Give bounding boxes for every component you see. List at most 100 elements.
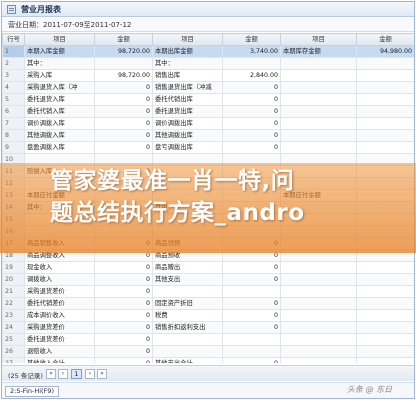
cell-amount-3[interactable] <box>356 333 414 346</box>
cell-item-2[interactable]: 盘亏调拨出库 <box>152 141 223 154</box>
col-header-item-2[interactable]: 项目 <box>152 33 223 46</box>
cell-amount-3[interactable] <box>356 321 414 334</box>
cell-amount-3[interactable] <box>356 129 414 142</box>
cell-row-number[interactable]: 20 <box>2 273 25 286</box>
cell-amount-1[interactable]: 0 <box>94 345 153 358</box>
cell-amount-2[interactable] <box>222 57 281 70</box>
cell-amount-1[interactable]: 0 <box>94 261 153 274</box>
cell-item-1[interactable]: 其他收入合计 <box>24 357 95 363</box>
table-row[interactable]: 23 成本调价收入 0 税费 0 <box>2 309 414 322</box>
table-row[interactable]: 22 委托代销差价 0 固定资产折旧 0 <box>2 297 414 310</box>
cell-item-1[interactable]: 调价调拨入库 <box>24 117 95 130</box>
col-header-item-3[interactable]: 项目 <box>280 33 357 46</box>
cell-item-1[interactable]: 采购退货入库（冲 <box>24 81 95 94</box>
cell-amount-3[interactable] <box>356 105 414 118</box>
cell-amount-1[interactable]: 0 <box>94 93 153 106</box>
table-row[interactable]: 25 委托退货差价 0 <box>2 333 414 346</box>
table-row[interactable]: 8 其他调拨入库 0 其他调拨出库 0 <box>2 129 414 142</box>
cell-item-2[interactable]: 税费 <box>152 309 223 322</box>
cell-amount-3[interactable]: 94,980.00 <box>356 45 414 58</box>
cell-item-2[interactable]: 其他调拨出库 <box>152 129 223 142</box>
first-page-button[interactable]: « <box>46 369 56 379</box>
cell-item-1[interactable]: 委托代销差价 <box>24 297 95 310</box>
cell-item-1[interactable]: 其他调拨入库 <box>24 129 95 142</box>
cell-item-3[interactable] <box>280 105 357 118</box>
cell-amount-1[interactable]: 0 <box>94 81 153 94</box>
cell-item-1[interactable]: 调拨收入 <box>24 273 95 286</box>
cell-amount-1[interactable]: 0 <box>94 273 153 286</box>
cell-item-2[interactable]: 商品赠出 <box>152 261 223 274</box>
cell-item-1[interactable]: 成本调价收入 <box>24 309 95 322</box>
cell-item-3[interactable] <box>280 261 357 274</box>
cell-item-1[interactable]: 盘盈调拨入库 <box>24 141 95 154</box>
cell-amount-2[interactable]: 0 <box>222 321 281 334</box>
cell-amount-1[interactable]: 0 <box>94 141 153 154</box>
cell-row-number[interactable]: 2 <box>2 57 25 70</box>
cell-amount-3[interactable] <box>356 297 414 310</box>
cell-amount-3[interactable] <box>356 57 414 70</box>
cell-item-2[interactable]: 其他支出合计 <box>152 357 223 363</box>
cell-amount-2[interactable]: 0 <box>222 93 281 106</box>
table-row[interactable]: 26 退赔收入 0 <box>2 345 414 358</box>
cell-item-3[interactable]: 本期库存金额 <box>280 45 357 58</box>
cell-item-1[interactable]: 采购退货差价 <box>24 285 95 298</box>
cell-row-number[interactable]: 9 <box>2 141 25 154</box>
prev-page-button[interactable]: ‹ <box>58 369 68 379</box>
next-page-button[interactable]: › <box>85 369 95 379</box>
cell-item-2[interactable]: 调价调拨出库 <box>152 117 223 130</box>
cell-amount-2[interactable]: 0 <box>222 105 281 118</box>
table-row[interactable]: 7 调价调拨入库 0 调价调拨出库 0 <box>2 117 414 130</box>
cell-item-1[interactable]: 本期入库金额 <box>24 45 95 58</box>
cell-amount-1[interactable]: 0 <box>94 309 153 322</box>
cell-amount-1[interactable]: 0 <box>94 285 153 298</box>
cell-item-2[interactable]: 销售折扣返利支出 <box>152 321 223 334</box>
cell-item-3[interactable] <box>280 333 357 346</box>
cell-amount-1[interactable]: 0 <box>94 357 153 363</box>
cell-item-3[interactable] <box>280 129 357 142</box>
cell-amount-3[interactable] <box>356 309 414 322</box>
table-row[interactable]: 2 其中： 其中： <box>2 57 414 70</box>
cell-amount-2[interactable]: 0 <box>222 273 281 286</box>
cell-item-2[interactable]: 本期出库金额 <box>152 45 223 58</box>
table-row[interactable]: 21 采购退货差价 0 <box>2 285 414 298</box>
cell-item-3[interactable] <box>280 345 357 358</box>
cell-amount-2[interactable] <box>222 285 281 298</box>
cell-amount-2[interactable]: 0 <box>222 297 281 310</box>
cell-item-2[interactable]: 销售出库 <box>152 69 223 82</box>
cell-item-2[interactable] <box>152 345 223 358</box>
cell-row-number[interactable]: 26 <box>2 345 25 358</box>
cell-item-2[interactable]: 其他支出 <box>152 273 223 286</box>
cell-amount-3[interactable] <box>356 141 414 154</box>
cell-row-number[interactable]: 22 <box>2 297 25 310</box>
cell-amount-2[interactable]: 0 <box>222 261 281 274</box>
cell-row-number[interactable]: 8 <box>2 129 25 142</box>
cell-item-3[interactable] <box>280 141 357 154</box>
cell-row-number[interactable]: 25 <box>2 333 25 346</box>
cell-item-2[interactable]: 委托退货出库 <box>152 105 223 118</box>
table-row[interactable]: 1 本期入库金额 98,720.00 本期出库金额 3,740.00 本期库存金额 94,9… <box>2 45 414 58</box>
table-row[interactable]: 5 委托退货入库 0 委托代销出库 0 <box>2 93 414 106</box>
table-row[interactable]: 27其他收入合计0其他支出合计0 <box>2 357 414 363</box>
cell-item-3[interactable] <box>280 57 357 70</box>
cell-amount-2[interactable]: 0 <box>222 141 281 154</box>
cell-amount-1[interactable]: 98,720.00 <box>94 45 153 58</box>
cell-amount-3[interactable] <box>356 93 414 106</box>
cell-item-2[interactable]: 其中： <box>152 57 223 70</box>
cell-amount-1[interactable] <box>94 57 153 70</box>
cell-item-3[interactable] <box>280 321 357 334</box>
cell-row-number[interactable]: 21 <box>2 285 25 298</box>
cell-item-3[interactable] <box>280 297 357 310</box>
cell-item-1[interactable]: 其中： <box>24 57 95 70</box>
cell-item-1[interactable]: 委托退货入库 <box>24 93 95 106</box>
cell-item-3[interactable] <box>280 93 357 106</box>
cell-item-3[interactable] <box>280 117 357 130</box>
cell-amount-3[interactable] <box>356 261 414 274</box>
cell-row-number[interactable]: 23 <box>2 309 25 322</box>
last-page-button[interactable]: » <box>97 369 107 379</box>
col-header-amount-2[interactable]: 金额 <box>222 33 281 46</box>
cell-item-2[interactable] <box>152 285 223 298</box>
cell-item-3[interactable] <box>280 273 357 286</box>
cell-amount-2[interactable]: 2,840.00 <box>222 69 281 82</box>
cell-amount-3[interactable] <box>356 273 414 286</box>
page-number-input[interactable]: 1 <box>71 369 82 379</box>
